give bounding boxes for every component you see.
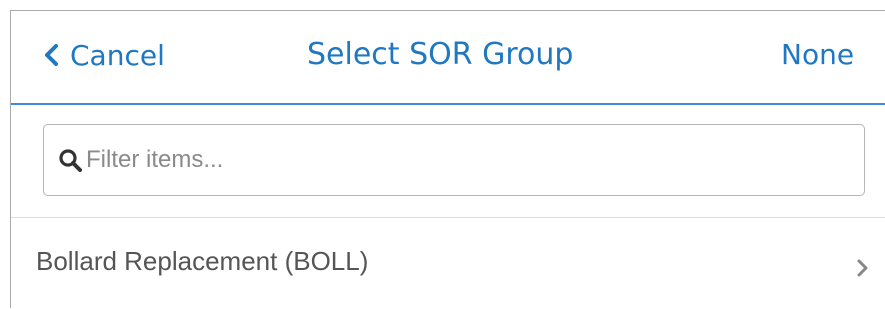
chevron-right-icon (857, 259, 868, 277)
filter-input[interactable] (86, 146, 846, 174)
list-item-label: Bollard Replacement (BOLL) (36, 246, 369, 276)
filter-field[interactable] (43, 124, 865, 196)
cancel-button[interactable]: Cancel (43, 37, 165, 73)
search-icon (59, 149, 82, 172)
cancel-label: Cancel (70, 38, 165, 72)
page-title: Select SOR Group (307, 37, 574, 72)
chevron-left-icon (45, 44, 58, 66)
sor-group-picker: Cancel Select SOR Group None Bollard Rep… (10, 10, 885, 308)
none-button[interactable]: None (781, 37, 854, 73)
list-item[interactable]: Bollard Replacement (BOLL) (11, 218, 885, 309)
header-bar: Cancel Select SOR Group None (11, 11, 885, 105)
